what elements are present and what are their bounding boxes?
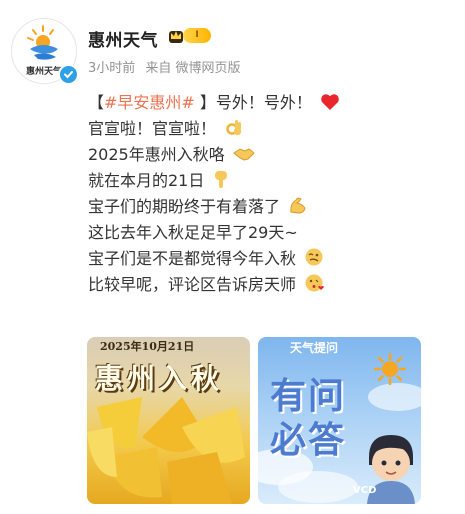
post-image-qa[interactable]: 天气提问 有问 必答 VCD [258,337,421,504]
image-top-caption: 天气提问 [290,341,339,355]
topic-link[interactable]: #早安惠州# [104,93,195,112]
post-time[interactable]: 3小时前 [88,61,135,76]
red-heart-icon [321,94,339,110]
image-title: 惠州入秋 [95,362,224,395]
post-line-text: 】号外！号外！ [194,93,312,112]
post-line-text: 官宣啦！官宣啦！ [88,119,217,138]
woozy-face-icon [305,248,323,266]
post-line: 就在本月的21日 [88,168,448,194]
image-watermark: VCD [353,485,377,496]
crown-icon [169,31,183,43]
handshake-icon [232,148,255,161]
flexed-biceps-icon [290,197,306,214]
post-line: 宝子们的期盼终于有着落了 [88,194,448,220]
post-line: 【#早安惠州# 】号外！号外！ [88,90,448,116]
account-name[interactable]: 惠州天气 [88,26,158,51]
post-line: 官宣啦！官宣啦！ [88,116,448,142]
post-line: 这比去年入秋足足早了29天~ [88,220,448,246]
post-line-text: 比较早呢，评论区告诉房天师 [88,275,297,294]
post-meta: 3小时前 来自 微博网页版 [88,57,247,76]
post-line-text: 就在本月的21日 [88,171,205,190]
post-text: 【#早安惠州# 】号外！号外！ 官宣啦！官宣啦！ 2025年惠州入秋咯 就在本月… [88,90,448,298]
image-big-text-2: 必答 [270,420,347,461]
checkmark-icon [64,71,73,79]
post-line-text: 2025年惠州入秋咯 [88,145,225,164]
verified-badge [58,64,79,85]
post-line: 2025年惠州入秋咯 [88,142,448,168]
post-line-text: 这比去年入秋足足早了29天~ [88,223,298,242]
vip-level-badge[interactable]: I [183,28,211,43]
post-line: 宝子们是不是都觉得今年入秋 [88,246,448,272]
post-line-text: 宝子们的期盼终于有着落了 [88,197,281,216]
post-image-autumn[interactable]: 2025年10月21日 惠州入秋 [87,337,250,504]
post-line: 比较早呢，评论区告诉房天师 [88,272,448,298]
post-line-text: 宝子们是不是都觉得今年入秋 [88,249,297,268]
point-down-icon [215,171,228,188]
sun-icon [374,353,406,385]
blowing-kiss-icon [305,274,325,292]
ok-hand-icon [226,120,242,135]
bracket-open: 【 [88,93,105,112]
image-date: 2025年10月21日 [100,340,195,353]
post-source: 来自 微博网页版 [145,61,241,76]
